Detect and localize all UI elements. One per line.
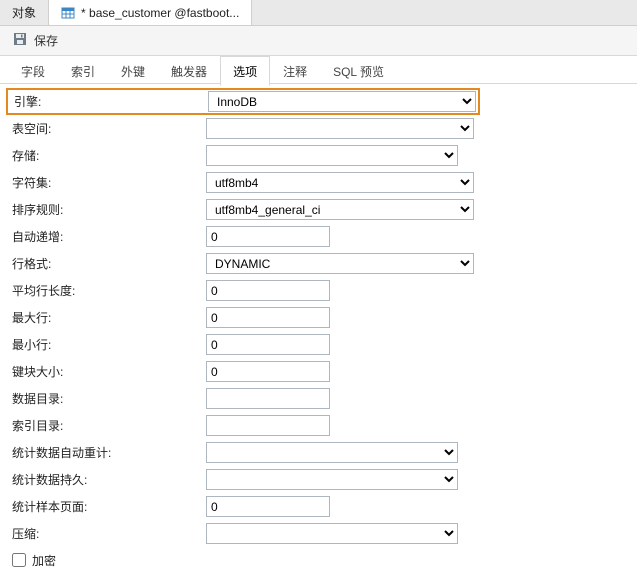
maxrow-input[interactable] [206, 307, 330, 328]
keyblk-input[interactable] [206, 361, 330, 382]
statspersist-select[interactable] [206, 469, 458, 490]
window-tabs: 对象 * base_customer @fastboot... [0, 0, 637, 26]
subtab-sqlprev[interactable]: SQL 预览 [320, 56, 397, 85]
table-icon [61, 6, 75, 20]
keyblk-label: 键块大小: [10, 363, 206, 380]
tablespace-label: 表空间: [10, 120, 206, 137]
datadir-label: 数据目录: [10, 390, 206, 407]
encrypt-label: 加密 [32, 552, 56, 569]
rowfmt-select[interactable]: DYNAMIC [206, 253, 474, 274]
engine-select[interactable]: InnoDB [208, 91, 476, 112]
minrow-label: 最小行: [10, 336, 206, 353]
rowfmt-label: 行格式: [10, 255, 206, 272]
editor-tabs: 字段 索引 外键 触发器 选项 注释 SQL 预览 [0, 56, 637, 84]
statspages-label: 统计样本页面: [10, 498, 206, 515]
encrypt-checkbox[interactable] [12, 553, 26, 567]
statsauto-select[interactable] [206, 442, 458, 463]
avglen-label: 平均行长度: [10, 282, 206, 299]
statspages-input[interactable] [206, 496, 330, 517]
compression-label: 压缩: [10, 525, 206, 542]
engine-label: 引擎: [10, 93, 208, 110]
statspersist-label: 统计数据持久: [10, 471, 206, 488]
minrow-input[interactable] [206, 334, 330, 355]
tab-table-label: * base_customer @fastboot... [81, 6, 239, 20]
subtab-comment[interactable]: 注释 [270, 56, 320, 85]
collation-label: 排序规则: [10, 201, 206, 218]
subtab-triggers[interactable]: 触发器 [158, 56, 220, 85]
tab-table[interactable]: * base_customer @fastboot... [49, 0, 252, 25]
subtab-fields[interactable]: 字段 [8, 56, 58, 85]
datadir-input[interactable] [206, 388, 330, 409]
options-form: 引擎: InnoDB 表空间: 存储: 字符集: utf8mb4 [0, 84, 637, 583]
subtab-options[interactable]: 选项 [220, 56, 270, 86]
subtab-fk[interactable]: 外键 [108, 56, 158, 85]
maxrow-label: 最大行: [10, 309, 206, 326]
indexdir-label: 索引目录: [10, 417, 206, 434]
storage-select[interactable] [206, 145, 458, 166]
autoincr-input[interactable] [206, 226, 330, 247]
compression-select[interactable] [206, 523, 458, 544]
engine-row-highlight: 引擎: InnoDB [6, 88, 480, 115]
save-button-label: 保存 [34, 32, 58, 49]
toolbar: 保存 [0, 26, 637, 56]
charset-label: 字符集: [10, 174, 206, 191]
tab-object[interactable]: 对象 [0, 0, 49, 25]
tab-object-label: 对象 [12, 4, 36, 21]
tablespace-select[interactable] [206, 118, 474, 139]
subtab-indexes[interactable]: 索引 [58, 56, 108, 85]
storage-label: 存储: [10, 147, 206, 164]
collation-select[interactable]: utf8mb4_general_ci [206, 199, 474, 220]
save-icon [12, 31, 28, 50]
indexdir-input[interactable] [206, 415, 330, 436]
avglen-input[interactable] [206, 280, 330, 301]
autoincr-label: 自动递增: [10, 228, 206, 245]
statsauto-label: 统计数据自动重计: [10, 444, 206, 461]
charset-select[interactable]: utf8mb4 [206, 172, 474, 193]
save-button[interactable]: 保存 [8, 29, 62, 52]
